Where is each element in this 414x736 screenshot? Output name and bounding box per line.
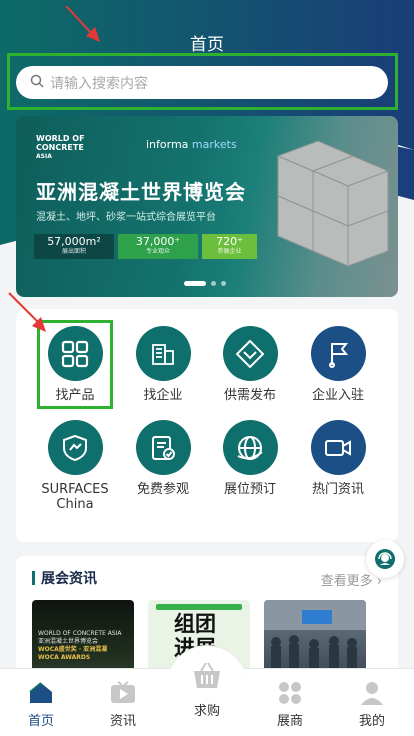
menu-item-supply-demand[interactable]: 供需发布 [206,326,294,403]
ticket-icon [135,420,191,475]
shield-icon [47,420,103,475]
stat-visitors: 37,000⁺ 专业观众 [118,234,198,259]
stat-exhibitors: 720⁺ 参展企业 [202,234,257,259]
crowd-photo [264,600,366,676]
tab-purchase[interactable]: 求购 [167,645,247,725]
banner-stats: 57,000m² 展出面积 37,000⁺ 专业观众 720⁺ 参展企业 [34,234,257,259]
search-placeholder: 请输入搜索内容 [50,75,148,92]
menu-item-booth-booking[interactable]: 展位预订 [206,420,294,497]
concrete-blocks-image [276,140,390,267]
menu-item-hot-news[interactable]: 热门资讯 [294,420,382,497]
woca-logo: WORLD OF CONCRETE ASIA [36,134,85,160]
menu-item-surfaces-china[interactable]: SURFACES China [31,420,119,512]
menu-item-find-products[interactable]: 找产品 [31,326,119,403]
news-thumbnail[interactable] [264,600,366,676]
carousel-dot[interactable] [211,281,216,286]
grid-icon [47,326,103,381]
search-input[interactable]: 请输入搜索内容 [16,66,388,99]
menu-item-join[interactable]: 企业入驻 [294,326,382,403]
promo-banner[interactable]: WORLD OF CONCRETE ASIA informa markets 亚… [16,116,398,297]
carousel-dot[interactable] [221,281,226,286]
banner-subtitle: 混凝土、地坪、砂浆一站式综合展览平台 [36,212,216,223]
informa-logo: informa markets [146,138,237,151]
annotation-arrow-menu [8,292,46,332]
news-thumbnail[interactable]: WORLD OF CONCRETE ASIA 亚洲混凝土世界博览会 WOCA盛世… [32,600,134,676]
home-icon [27,679,55,707]
tab-news[interactable]: 资讯 [82,669,164,736]
carousel-dot[interactable] [184,281,206,286]
building-icon [135,326,191,381]
quick-menu: 找产品 找企业 供需发布 企业入驻 SURFACES China 免费参观 展位… [16,309,398,542]
news-header: 展会资讯 [32,568,97,588]
search-icon [30,73,44,92]
globe-icon [222,420,278,475]
banner-title: 亚洲混凝土世界博览会 [36,180,246,204]
apps-icon [276,679,304,707]
tab-exhibitors[interactable]: 展商 [249,669,331,736]
menu-item-free-visit[interactable]: 免费参观 [119,420,207,497]
flag-icon [310,326,366,381]
news-title: 展会资讯 [41,571,97,587]
user-icon [358,679,386,707]
basket-icon [191,660,223,694]
carousel-dots[interactable] [184,281,226,286]
tab-profile[interactable]: 我的 [331,669,413,736]
play-icon [109,679,137,707]
tab-home[interactable]: 首页 [0,669,82,736]
video-icon [310,420,366,475]
diamond-icon [222,326,278,381]
customer-service-button[interactable] [366,540,404,578]
stat-area: 57,000m² 展出面积 [34,234,114,259]
annotation-arrow-top [65,5,100,42]
search-highlight-box: 请输入搜索内容 [7,53,398,110]
menu-item-find-companies[interactable]: 找企业 [119,326,207,403]
headset-icon [375,549,395,569]
